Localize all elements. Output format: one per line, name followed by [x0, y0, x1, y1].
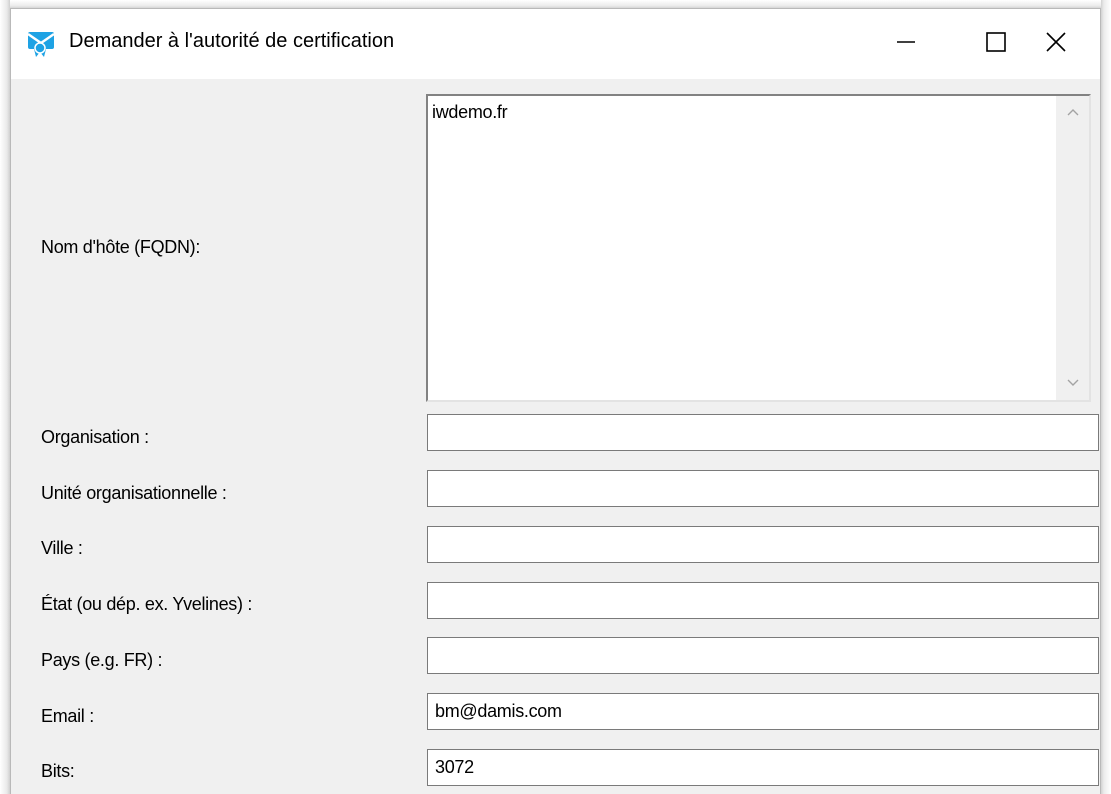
certificate-request-dialog: Demander à l'autorité de certification N…	[10, 8, 1101, 794]
minimize-icon	[896, 32, 916, 57]
chevron-down-icon	[1066, 375, 1080, 393]
state-label: État (ou dép. ex. Yvelines) :	[41, 594, 253, 614]
window-shadow-top	[0, 0, 1111, 8]
hostname-textarea[interactable]: iwdemo.fr	[426, 94, 1091, 402]
scroll-down-button[interactable]	[1056, 367, 1089, 400]
close-button[interactable]	[1011, 9, 1100, 79]
chevron-up-icon	[1066, 104, 1080, 122]
country-field[interactable]	[427, 637, 1099, 674]
city-label: Ville :	[41, 538, 83, 558]
close-icon	[1045, 31, 1067, 58]
maximize-icon	[986, 31, 1006, 57]
window-shadow-right	[1101, 0, 1111, 794]
minimize-button[interactable]	[861, 9, 951, 79]
city-field[interactable]	[427, 526, 1099, 563]
window-title: Demander à l'autorité de certification	[69, 30, 395, 52]
org-unit-label: Unité organisationnelle :	[41, 483, 227, 503]
hostname-value[interactable]: iwdemo.fr	[432, 102, 508, 123]
certificate-app-icon	[26, 29, 60, 59]
org-unit-field[interactable]	[427, 470, 1099, 507]
country-label: Pays (e.g. FR) :	[41, 650, 163, 670]
window-shadow-left	[0, 0, 10, 794]
scroll-up-button[interactable]	[1056, 96, 1089, 129]
title-bar[interactable]: Demander à l'autorité de certification	[11, 9, 1100, 79]
organisation-field[interactable]	[427, 414, 1099, 451]
email-field[interactable]	[427, 693, 1099, 730]
hostname-scrollbar[interactable]	[1056, 96, 1089, 400]
hostname-label: Nom d'hôte (FQDN):	[41, 237, 201, 257]
state-field[interactable]	[427, 582, 1099, 619]
bits-field[interactable]	[427, 749, 1099, 786]
bits-label: Bits:	[41, 761, 75, 781]
email-label: Email :	[41, 706, 94, 726]
organisation-label: Organisation :	[41, 427, 149, 447]
page: Demander à l'autorité de certification N…	[0, 0, 1111, 794]
